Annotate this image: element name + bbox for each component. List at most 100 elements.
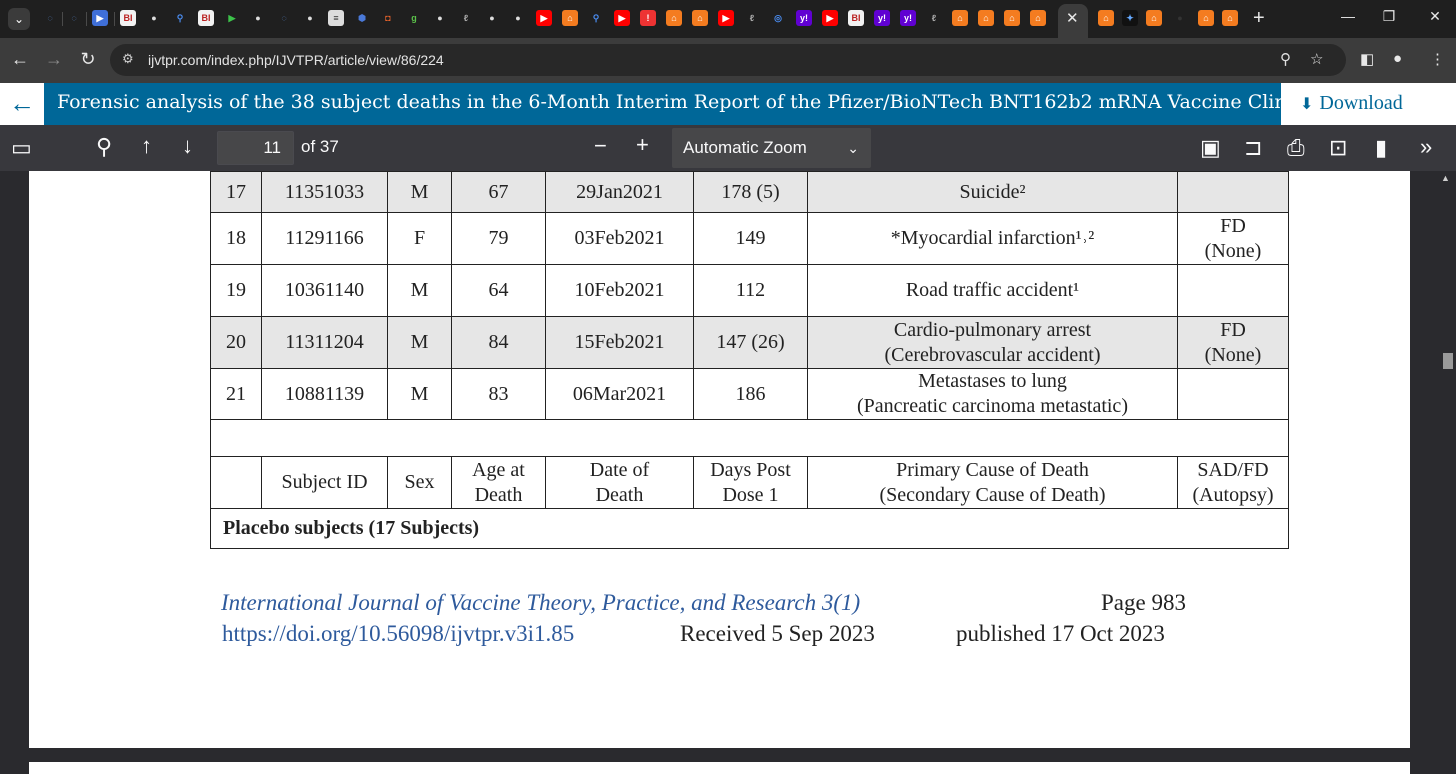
tab-favicon[interactable]: ● [250, 10, 266, 26]
tab-favicon[interactable]: ⌂ [952, 10, 968, 26]
youtube-icon[interactable]: ▶ [614, 10, 630, 26]
article-title-bar[interactable]: Forensic analysis of the 38 subject deat… [44, 83, 1281, 125]
site-info-icon[interactable]: ⚙ [122, 51, 134, 67]
bookmark-icon[interactable]: ▮ [1375, 135, 1387, 161]
tab-favicon[interactable]: ▶ [92, 10, 108, 26]
forward-icon[interactable]: → [42, 49, 66, 70]
header-date-text: Date of [589, 458, 650, 481]
tab-search-button[interactable]: ⌄ [8, 8, 30, 30]
yahoo-icon[interactable]: y! [900, 10, 916, 26]
tab-favicon[interactable]: ⌂ [1146, 10, 1162, 26]
zoom-select[interactable]: Automatic Zoom ⌄ [672, 128, 871, 168]
bookmark-star-icon[interactable]: ☆ [1310, 50, 1323, 68]
browser-toolbar: ← → ↻ ⚙ ijvtpr.com/index.php/IJVTPR/arti… [0, 38, 1456, 83]
tab-favicon[interactable]: ⌂ [562, 10, 578, 26]
download-button[interactable]: ⬇ Download [1300, 92, 1403, 115]
restore-icon[interactable]: ❐ [1374, 8, 1404, 25]
tab-favicon[interactable]: ⌂ [1004, 10, 1020, 26]
header-days: Days Post Dose 1 [693, 456, 808, 509]
tab-favicon[interactable]: ⬢ [354, 10, 370, 26]
tab-favicon[interactable]: ● [510, 10, 526, 26]
tab-favicon[interactable]: ◌ [276, 10, 292, 26]
tab-favicon[interactable]: ● [432, 10, 448, 26]
download-icon: ⬇ [1300, 96, 1314, 113]
next-page-icon[interactable]: ↓ [182, 133, 193, 159]
side-panel-icon[interactable]: ◧ [1360, 50, 1374, 68]
print-icon[interactable]: ⎙ [1287, 135, 1305, 161]
header-cause: Primary Cause of Death (Secondary Cause o… [807, 456, 1178, 509]
tab-favicon[interactable]: ● [1172, 10, 1188, 26]
tab-favicon[interactable]: ⚲ [172, 10, 188, 26]
return-to-article-icon[interactable]: ← [0, 83, 44, 125]
page-number-input[interactable]: 11 [217, 131, 294, 165]
tools-icon[interactable]: » [1420, 134, 1432, 160]
zoom-in-icon[interactable]: + [636, 132, 649, 158]
header-sex: Sex [387, 456, 452, 509]
zoom-out-icon[interactable]: − [594, 133, 607, 159]
tab-favicon-bi[interactable]: BI [848, 10, 864, 26]
zoom-icon[interactable]: ⚲ [1280, 50, 1291, 68]
tab-favicon[interactable]: ● [484, 10, 500, 26]
header-row: Subject ID Sex Age at Death Date of Death Days… [210, 456, 1289, 509]
tab-favicon[interactable]: ⌂ [692, 10, 708, 26]
tab-favicon[interactable]: ▶ [224, 10, 240, 26]
presentation-mode-icon[interactable]: ▣ [1200, 135, 1221, 161]
youtube-icon[interactable]: ▶ [536, 10, 552, 26]
tab-favicon[interactable]: ◎ [770, 10, 786, 26]
tab-favicon-bi[interactable]: BI [120, 10, 136, 26]
sidebar-toggle-icon[interactable]: ▭ [11, 135, 32, 161]
new-tab-button[interactable]: + [1253, 7, 1265, 30]
tab-favicon[interactable]: ● [146, 10, 162, 26]
url-text[interactable]: ijvtpr.com/index.php/IJVTPR/article/view… [148, 52, 444, 68]
scroll-up-icon[interactable]: ▲ [1441, 173, 1450, 183]
youtube-icon[interactable]: ▶ [718, 10, 734, 26]
yahoo-icon[interactable]: y! [874, 10, 890, 26]
header-days-text: Dose 1 [722, 483, 779, 506]
tab-favicon[interactable]: ◘ [380, 10, 396, 26]
open-file-icon[interactable]: ⊐ [1244, 135, 1262, 161]
article-title[interactable]: Forensic analysis of the 38 subject deat… [57, 91, 1281, 113]
tab-favicon[interactable]: ⌂ [1030, 10, 1046, 26]
header-subject-id-text: Subject ID [281, 471, 368, 493]
header-date: Date of Death [545, 456, 694, 509]
tab-favicon[interactable]: ℓ [926, 10, 942, 26]
tab-favicon-bi[interactable]: BI [198, 10, 214, 26]
save-icon[interactable]: ⊡ [1329, 135, 1347, 161]
back-icon[interactable]: ← [8, 49, 32, 70]
tab-favicon[interactable]: ⌂ [978, 10, 994, 26]
tab-favicon[interactable]: ⌂ [1098, 10, 1114, 26]
reload-icon[interactable]: ↻ [76, 49, 100, 70]
age-cell: 83 [451, 368, 546, 420]
tab-favicon[interactable]: ⚲ [588, 10, 604, 26]
close-window-icon[interactable]: ✕ [1420, 8, 1450, 25]
tab-favicon[interactable]: ⌂ [1198, 10, 1214, 26]
subject-id-cell: 11311204 [261, 316, 388, 369]
previous-page-icon[interactable]: ↑ [141, 133, 152, 159]
tab-favicon[interactable]: ≡ [328, 10, 344, 26]
tab-favicon[interactable]: ● [302, 10, 318, 26]
scrollbar-thumb[interactable] [1443, 353, 1453, 369]
yahoo-icon[interactable]: y! [796, 10, 812, 26]
tab-favicon[interactable]: ◌ [42, 10, 58, 26]
journal-name: International Journal of Vaccine Theory,… [221, 590, 861, 615]
menu-icon[interactable]: ⋮ [1430, 50, 1445, 68]
address-bar[interactable]: ⚙ ijvtpr.com/index.php/IJVTPR/article/vi… [110, 44, 1346, 76]
date-cell: 15Feb2021 [545, 316, 694, 369]
doi-link[interactable]: https://doi.org/10.56098/ijvtpr.v3i1.85 [222, 621, 574, 647]
search-icon[interactable]: ⚲ [96, 134, 112, 160]
days-cell: 149 [693, 212, 808, 265]
profile-icon[interactable]: ● [1393, 50, 1402, 67]
tab-favicon[interactable]: ! [640, 10, 656, 26]
pdf-viewer[interactable]: 17 11351033 M 67 29Jan2021 178 (5) Suicide² 18 1… [0, 171, 1456, 774]
minimize-icon[interactable]: — [1333, 8, 1363, 24]
scrollbar[interactable] [1440, 171, 1456, 774]
tab-favicon[interactable]: ⌂ [666, 10, 682, 26]
youtube-icon[interactable]: ▶ [822, 10, 838, 26]
close-tab-icon[interactable]: ✕ [1066, 9, 1079, 27]
tab-favicon[interactable]: g [406, 10, 422, 26]
tab-favicon[interactable]: ℓ [458, 10, 474, 26]
tab-favicon[interactable]: ✦ [1122, 10, 1138, 26]
tab-favicon[interactable]: ◌ [66, 10, 82, 26]
tab-favicon[interactable]: ℓ [744, 10, 760, 26]
tab-favicon[interactable]: ⌂ [1222, 10, 1238, 26]
